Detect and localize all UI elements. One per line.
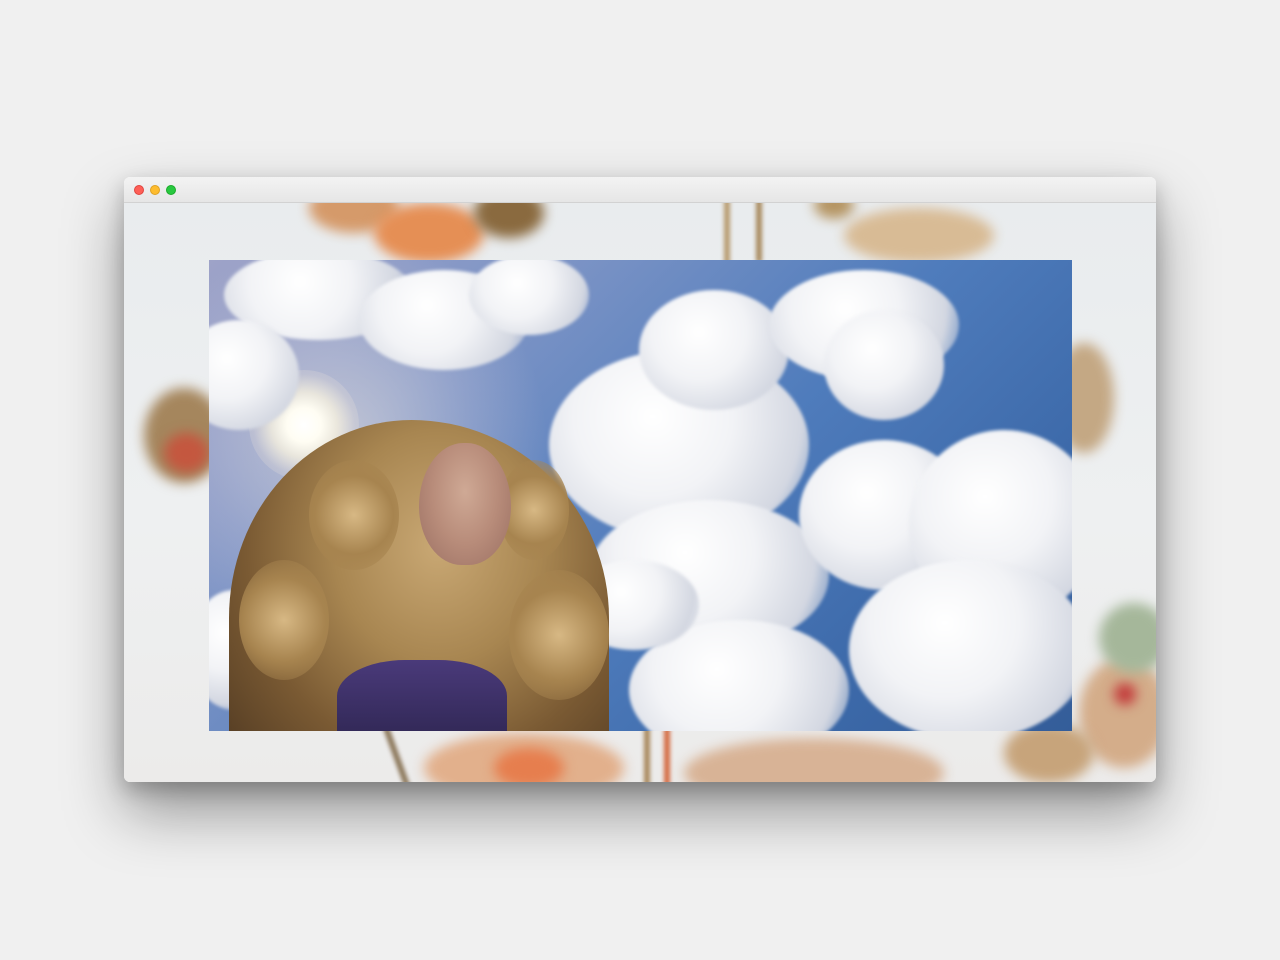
person-shirt	[337, 660, 507, 731]
person-face	[419, 443, 511, 565]
close-window-button[interactable]	[134, 185, 144, 195]
hero-image	[209, 260, 1072, 731]
maximize-window-button[interactable]	[166, 185, 176, 195]
minimize-window-button[interactable]	[150, 185, 160, 195]
page-viewport	[124, 203, 1156, 782]
browser-window	[124, 177, 1156, 782]
window-titlebar[interactable]	[124, 177, 1156, 203]
